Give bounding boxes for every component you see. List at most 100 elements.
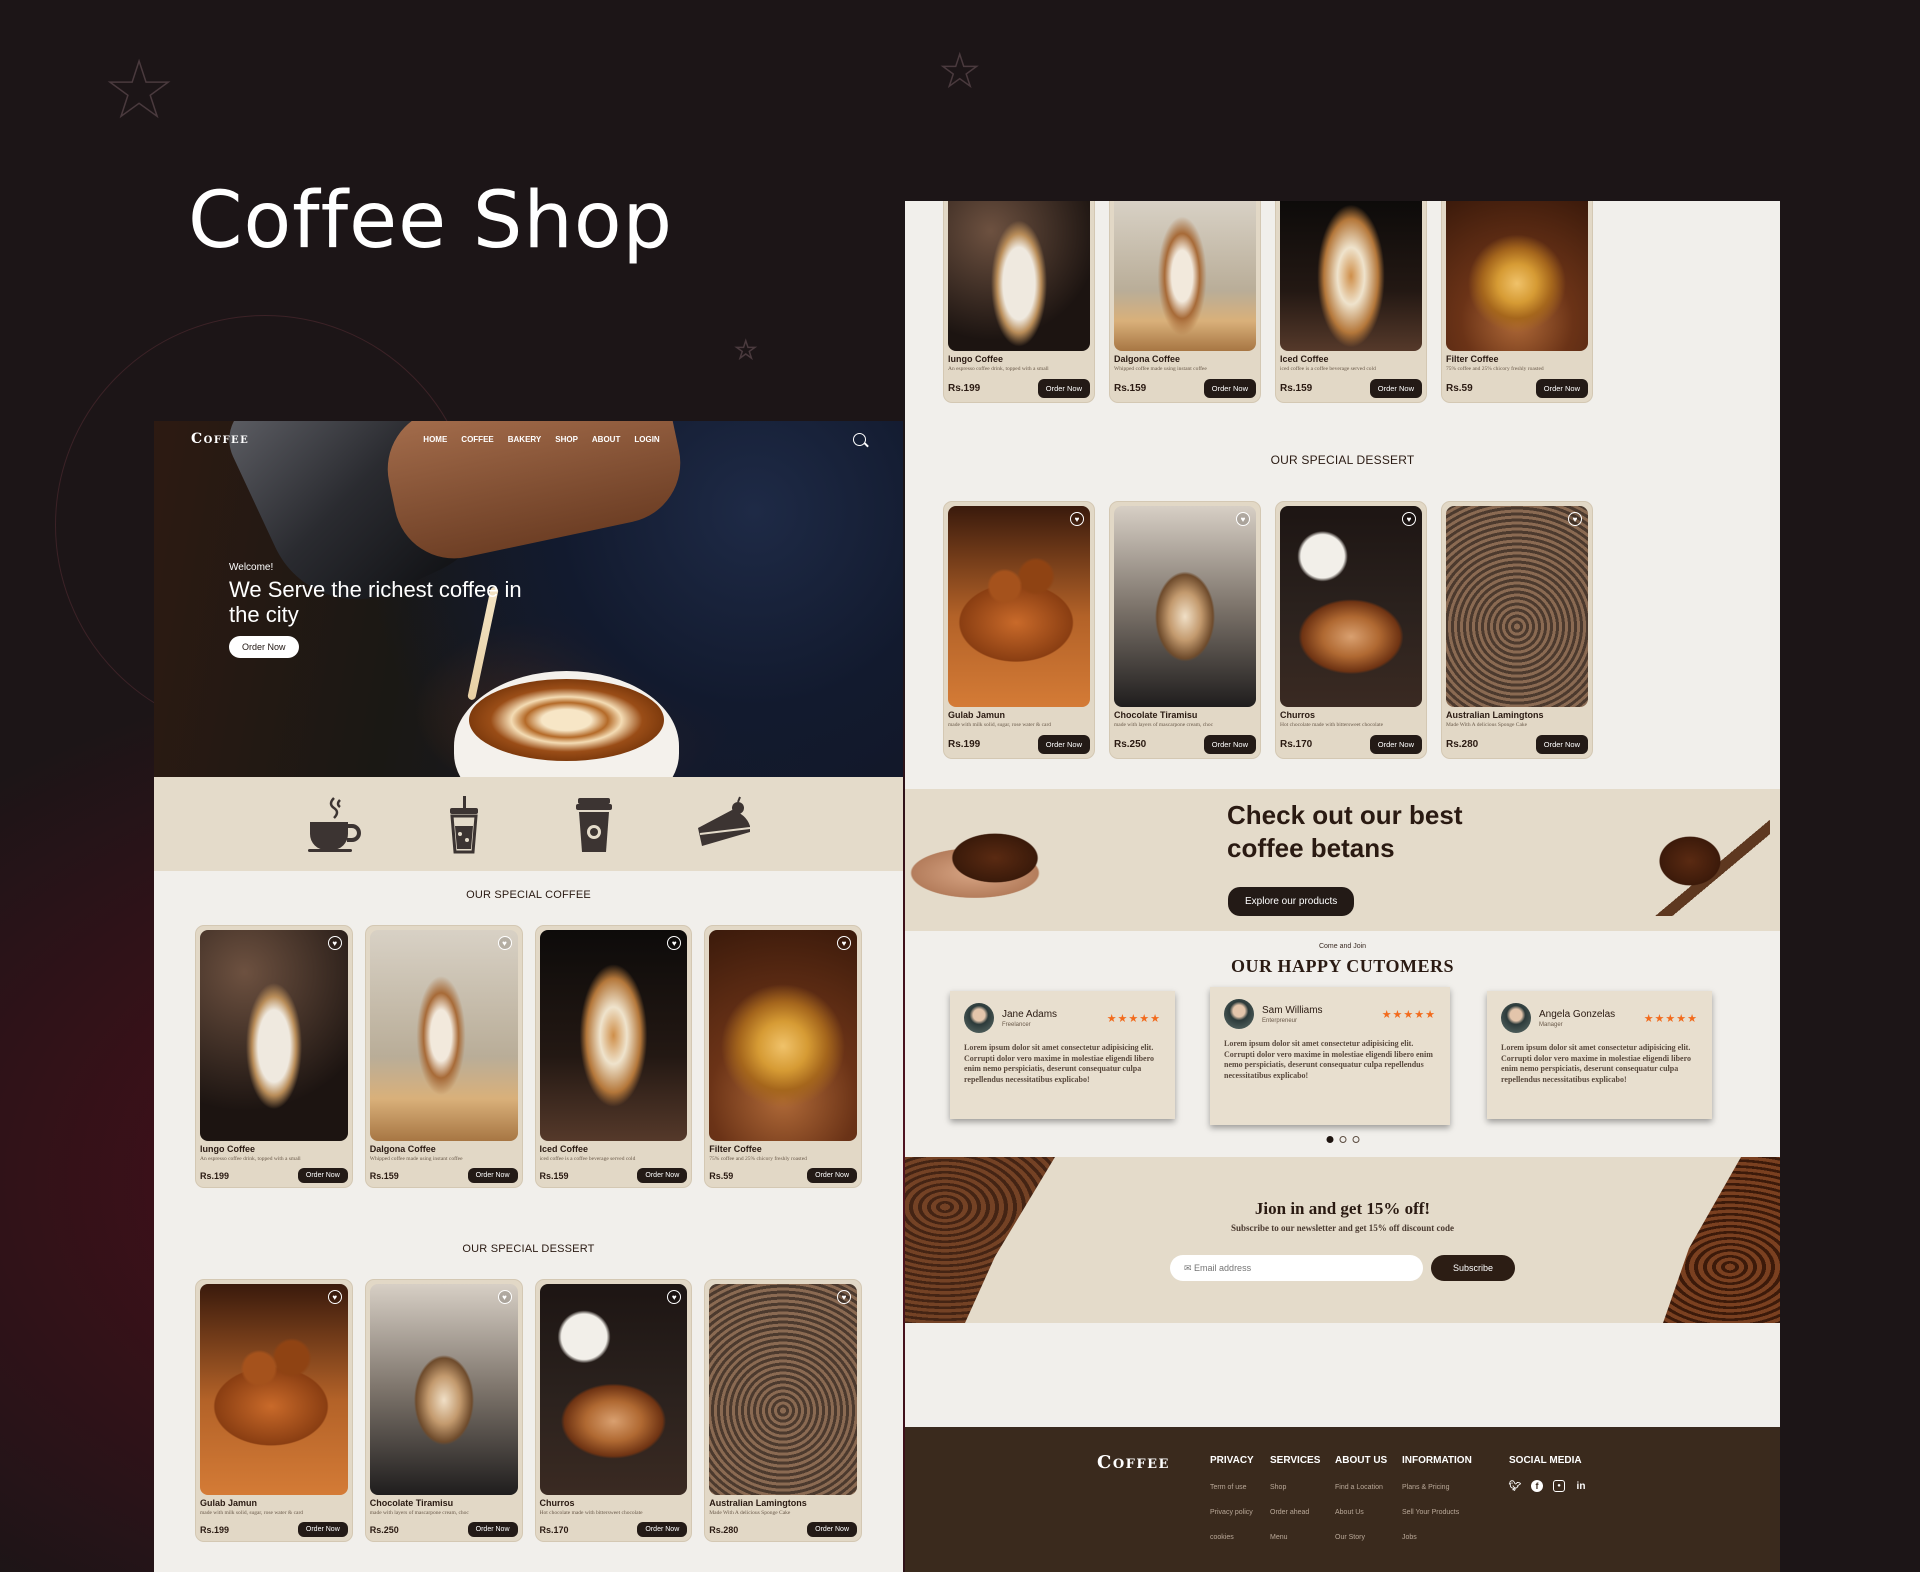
order-now-button[interactable]: Order Now (297, 1522, 348, 1537)
product-name: Gulab Jamun (948, 710, 1006, 720)
product-card[interactable]: ♥ Australian Lamingtons Made With A delici… (704, 1279, 862, 1542)
product-name: Filter Coffee (709, 1144, 762, 1154)
order-now-button[interactable]: Order Now (467, 1522, 518, 1537)
instagram-icon[interactable]: ● (1553, 1480, 1565, 1492)
hand-with-beans-image (905, 803, 1080, 903)
brand-logo[interactable]: Coffee (191, 431, 249, 447)
hero-headline: We Serve the richest coffee in the city (229, 577, 522, 627)
email-field[interactable] (1170, 1255, 1423, 1281)
product-card[interactable]: ♥ Australian Lamingtons Made With A delici… (1441, 501, 1593, 759)
customer-role: Enterpreneur (1262, 1017, 1298, 1024)
order-now-button[interactable]: Order Now (467, 1168, 518, 1183)
order-now-button[interactable]: Order Now (1203, 379, 1256, 398)
product-price: Rs.280 (709, 1524, 739, 1535)
order-now-button[interactable]: Order Now (807, 1522, 857, 1537)
product-card[interactable]: ♥ Gulab Jamun made with milk solid, sugar,… (943, 501, 1095, 759)
product-image: ♥ (539, 930, 688, 1141)
product-name: lungo Coffee (948, 354, 1003, 364)
footer-link[interactable]: Term of use (1210, 1484, 1254, 1491)
nav-about[interactable]: ABOUT (592, 435, 620, 444)
takeaway-cup-icon[interactable] (564, 794, 624, 854)
carousel-dot[interactable] (1352, 1136, 1359, 1143)
iced-drink-icon[interactable] (434, 794, 494, 854)
product-card[interactable]: ♥ Gulab Jamun made with milk solid, sugar,… (195, 1279, 353, 1542)
order-now-button[interactable]: Order Now (1535, 735, 1588, 754)
heart-icon[interactable]: ♥ (497, 936, 512, 950)
footer-link[interactable]: cookies (1210, 1534, 1254, 1541)
order-now-button[interactable]: Order Now (637, 1522, 688, 1537)
footer-link[interactable]: Sell Your Products (1402, 1509, 1472, 1516)
product-card[interactable]: ♥ Iced Coffee iced coffee is a coffee beve… (534, 925, 693, 1188)
heart-icon[interactable]: ♥ (497, 1290, 512, 1304)
order-now-button[interactable]: Order Now (297, 1168, 348, 1183)
footer-link[interactable]: Order ahead (1270, 1509, 1320, 1516)
product-card[interactable]: Dalgona Coffee Whipped coffee made using … (1109, 201, 1261, 403)
subscribe-button[interactable]: Subscribe (1431, 1255, 1515, 1281)
heart-icon[interactable]: ♥ (837, 1290, 851, 1304)
dessert-section-title: OUR SPECIAL DESSERT (462, 1243, 595, 1255)
rating-stars-icon: ★★★★★ (1106, 1012, 1161, 1025)
hero-order-button[interactable]: Order Now (229, 636, 299, 658)
heart-icon[interactable]: ♥ (1568, 512, 1582, 526)
nav-home[interactable]: HOME (423, 435, 447, 444)
footer-logo[interactable]: Coffee (1097, 1452, 1170, 1473)
explore-products-button[interactable]: Explore our products (1228, 887, 1355, 916)
footer-link[interactable]: About Us (1335, 1509, 1387, 1516)
twitter-icon[interactable]: 🐦︎ (1509, 1480, 1522, 1492)
heart-icon[interactable]: ♥ (667, 1290, 682, 1304)
product-card[interactable]: Iced Coffee iced coffee is a coffee bever… (1275, 201, 1427, 403)
product-card[interactable]: Filter Coffee 75% coffee and 25% chicory … (1441, 201, 1593, 403)
carousel-dot[interactable] (1339, 1136, 1346, 1143)
order-now-button[interactable]: Order Now (1037, 735, 1090, 754)
carousel-dot[interactable] (1326, 1136, 1333, 1143)
footer-link[interactable]: Menu (1270, 1534, 1320, 1541)
product-card[interactable]: ♥ Chocolate Tiramisu made with layers of m… (1109, 501, 1261, 759)
heart-icon[interactable]: ♥ (1070, 512, 1084, 526)
showcase-title: Coffee Shop (188, 176, 674, 266)
cake-slice-icon[interactable] (694, 794, 754, 854)
product-card[interactable]: lungo Coffee An espresso coffee drink, to… (943, 201, 1095, 403)
footer-heading: SERVICES (1270, 1455, 1321, 1466)
footer-link[interactable]: Shop (1270, 1484, 1320, 1491)
facebook-icon[interactable]: f (1531, 1480, 1543, 1492)
order-now-button[interactable]: Order Now (1203, 735, 1256, 754)
search-icon[interactable] (853, 432, 866, 446)
nav-login[interactable]: LOGIN (634, 435, 659, 444)
coffee-cup-icon[interactable] (304, 794, 364, 854)
rating-stars-icon: ★★★★★ (1643, 1012, 1698, 1025)
heart-icon[interactable]: ♥ (1402, 512, 1416, 526)
order-now-button[interactable]: Order Now (1369, 735, 1422, 754)
order-now-button[interactable]: Order Now (1369, 379, 1422, 398)
heart-icon[interactable]: ♥ (1236, 512, 1250, 526)
product-card[interactable]: ♥ Chocolate Tiramisu made with layers of m… (364, 1279, 523, 1542)
heart-icon[interactable]: ♥ (327, 936, 342, 950)
footer-link[interactable]: Privacy policy (1210, 1509, 1254, 1516)
linkedin-icon[interactable]: in (1575, 1480, 1587, 1492)
product-card[interactable]: ♥ Dalgona Coffee Whipped coffee made using… (364, 925, 523, 1188)
order-now-button[interactable]: Order Now (1037, 379, 1090, 398)
footer-link[interactable]: Jobs (1402, 1534, 1472, 1541)
footer-link[interactable]: Our Story (1335, 1534, 1387, 1541)
product-price: Rs.250 (369, 1524, 399, 1535)
footer-col-about: ABOUT US Find a Location About Us Our St… (1335, 1455, 1387, 1541)
heart-icon[interactable]: ♥ (667, 936, 682, 950)
product-price: Rs.250 (1114, 739, 1147, 750)
homepage-preview: Coffee HOME COFFEE BAKERY SHOP ABOUT LOG… (154, 421, 903, 1572)
heart-icon[interactable]: ♥ (837, 936, 851, 950)
product-name: Churros (539, 1498, 575, 1508)
footer-link[interactable]: Find a Location (1335, 1484, 1387, 1491)
order-now-button[interactable]: Order Now (637, 1168, 688, 1183)
nav-coffee[interactable]: COFFEE (461, 435, 493, 444)
product-card[interactable]: ♥ Churros Hot chocolate made with bittersw… (1275, 501, 1427, 759)
nav-bakery[interactable]: BAKERY (508, 435, 541, 444)
heart-icon[interactable]: ♥ (327, 1290, 342, 1304)
dessert-section-title: OUR SPECIAL DESSERT (1270, 453, 1415, 467)
product-card[interactable]: ♥ Churros Hot chocolate made with bittersw… (534, 1279, 693, 1542)
footer-link[interactable]: Plans & Pricing (1402, 1484, 1472, 1491)
order-now-button[interactable]: Order Now (807, 1168, 857, 1183)
testimonial-card: Angela Gonzelas Manager ★★★★★ Lorem ipsum … (1487, 991, 1712, 1119)
product-card[interactable]: ♥ lungo Coffee An espresso coffee drink, t… (195, 925, 353, 1188)
order-now-button[interactable]: Order Now (1535, 379, 1588, 398)
nav-shop[interactable]: SHOP (555, 435, 578, 444)
product-card[interactable]: ♥ Filter Coffee 75% coffee and 25% chicory… (704, 925, 862, 1188)
